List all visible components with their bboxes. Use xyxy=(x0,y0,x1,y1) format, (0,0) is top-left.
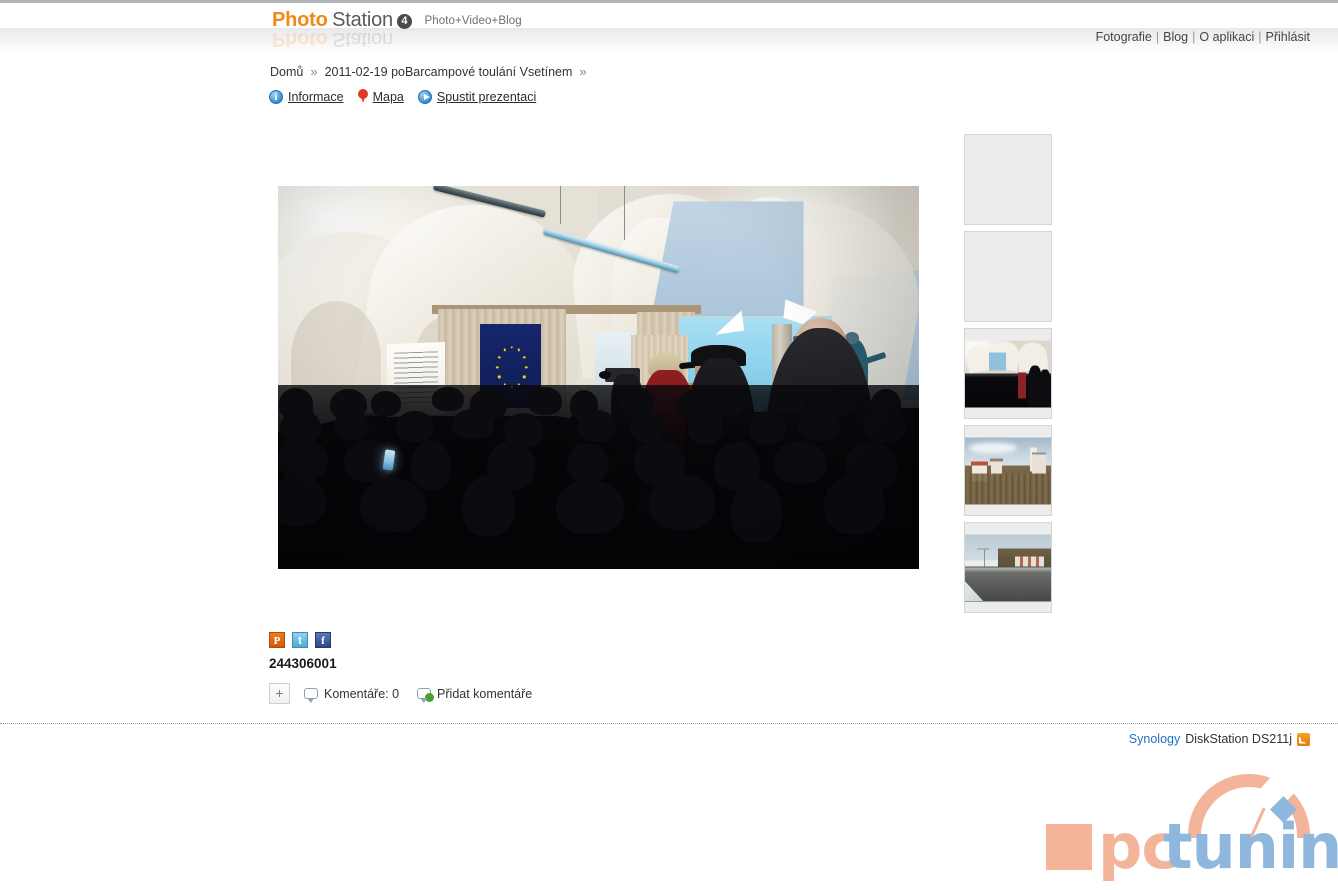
thumb-figure xyxy=(1038,369,1051,407)
synology-link[interactable]: Synology xyxy=(1129,732,1180,746)
twitter-icon[interactable]: t xyxy=(292,632,308,648)
logo-station-text: Station xyxy=(332,9,393,31)
thumbnail-item[interactable] xyxy=(964,134,1052,225)
photo-station-page: Photo Station Photo Station4 Photo+Video… xyxy=(0,0,1338,890)
main-photo-content xyxy=(278,186,919,569)
watermark-text-tuning: tuning xyxy=(1163,810,1338,883)
map-pin-icon xyxy=(357,89,368,104)
app-logo[interactable]: Photo Station 4 Photo+Video+Blog xyxy=(272,8,522,32)
breadcrumb-item-album[interactable]: 2011-02-19 poBarcampové toulání Vsetínem xyxy=(325,65,573,79)
thumb-crane xyxy=(983,548,986,567)
thumb-cloud xyxy=(969,442,1017,454)
thumb-bridge-deck xyxy=(965,567,1051,573)
action-informace[interactable]: i Informace xyxy=(269,89,344,104)
thumbnail-bridge xyxy=(965,534,1051,601)
nav-separator: | xyxy=(1155,30,1160,44)
logo-photo-text: Photo xyxy=(272,9,328,31)
top-navigation: Fotografie | Blog | O aplikaci | Přihlásit xyxy=(1096,30,1310,44)
social-share-row: P t f xyxy=(269,632,331,648)
logo-tagline: Photo+Video+Blog xyxy=(424,15,522,27)
action-mapa-label[interactable]: Mapa xyxy=(373,90,404,104)
thumbnail-image xyxy=(965,437,1051,504)
footer-divider xyxy=(0,723,1338,724)
add-comment[interactable]: Přidat komentáře xyxy=(417,686,533,703)
comment-count[interactable]: Komentáře: 0 xyxy=(304,686,400,703)
thumbnail-strip xyxy=(964,134,1052,619)
pctuning-watermark: pc tuning xyxy=(1046,770,1338,884)
comment-bubble-icon xyxy=(304,688,318,703)
thumbnail-image xyxy=(965,340,1051,407)
thumbnail-item[interactable] xyxy=(964,231,1052,322)
play-icon xyxy=(417,89,432,104)
thumbnail-town xyxy=(965,437,1051,504)
thumbnail-item[interactable] xyxy=(964,522,1052,613)
action-mapa[interactable]: Mapa xyxy=(357,89,404,104)
thumbnail-conference xyxy=(965,340,1051,407)
rss-icon[interactable] xyxy=(1297,732,1310,746)
comment-count-label: Komentáře: 0 xyxy=(324,686,400,701)
thumb-red-shirt xyxy=(1018,372,1027,399)
action-bar: i Informace Mapa Spustit prezentaci xyxy=(269,89,550,104)
plurk-icon[interactable]: P xyxy=(269,632,285,648)
nav-item-blog[interactable]: Blog xyxy=(1163,30,1188,44)
nav-item-o-aplikaci[interactable]: O aplikaci xyxy=(1199,30,1254,44)
add-comment-label: Přidat komentáře xyxy=(437,686,533,701)
action-informace-label[interactable]: Informace xyxy=(288,90,344,104)
logo-version-badge: 4 xyxy=(396,14,412,29)
thumbnail-item[interactable] xyxy=(964,425,1052,516)
breadcrumb-item-home[interactable]: Domů xyxy=(270,65,303,79)
action-spustit-prezentaci[interactable]: Spustit prezentaci xyxy=(417,89,536,104)
thumb-trees xyxy=(965,473,1051,504)
thumbnail-image xyxy=(965,534,1051,601)
main-photo[interactable] xyxy=(278,186,919,569)
breadcrumb-chevron-icon: » xyxy=(579,64,587,79)
facebook-icon[interactable]: f xyxy=(315,632,331,648)
comment-bar: + Komentáře: 0 Přidat komentáře xyxy=(269,683,550,704)
thumb-houses xyxy=(1014,556,1045,567)
plus-badge-icon xyxy=(425,693,435,702)
nav-item-prihlasit[interactable]: Přihlásit xyxy=(1266,30,1310,44)
nav-separator: | xyxy=(1258,30,1262,44)
footer-branding: Synology DiskStation DS211j xyxy=(1129,732,1310,746)
photo-vignette xyxy=(278,186,919,569)
nav-item-fotografie[interactable]: Fotografie xyxy=(1096,30,1152,44)
device-model: DiskStation DS211j xyxy=(1185,732,1292,746)
thumbnail-item-selected[interactable] xyxy=(964,328,1052,419)
thumb-building xyxy=(1032,454,1046,474)
info-icon: i xyxy=(269,89,283,104)
nav-separator: | xyxy=(1192,30,1196,44)
photo-caption: 244306001 xyxy=(269,656,337,671)
add-comment-icon xyxy=(417,688,435,703)
breadcrumb: Domů » 2011-02-19 poBarcampové toulání Vse… xyxy=(270,64,594,79)
expand-button[interactable]: + xyxy=(269,683,290,704)
watermark-square xyxy=(1046,824,1092,870)
breadcrumb-chevron-icon: » xyxy=(310,64,318,79)
header-band xyxy=(0,3,1338,28)
thumb-screen xyxy=(989,352,1007,371)
action-spustit-prezentaci-label[interactable]: Spustit prezentaci xyxy=(437,90,536,104)
